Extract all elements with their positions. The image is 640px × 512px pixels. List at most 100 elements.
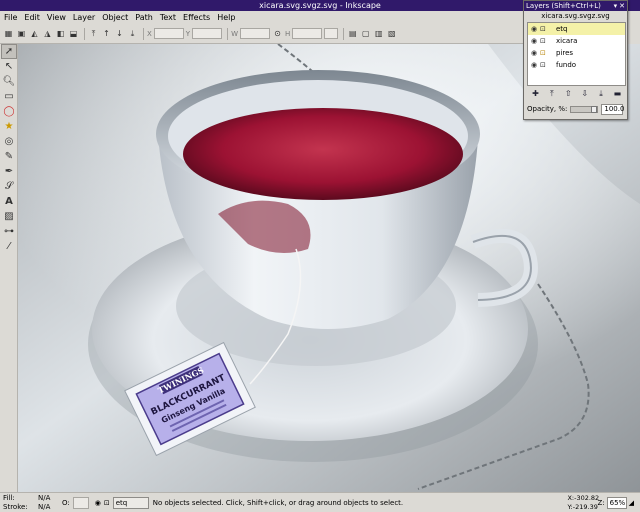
select-all-layers-icon[interactable]: ▣ bbox=[16, 28, 27, 39]
zoom-tool-icon[interactable]: 🔍︎ bbox=[1, 74, 17, 89]
stroke-value[interactable]: N/A bbox=[38, 503, 50, 512]
lock-icon[interactable]: ⊙ bbox=[272, 28, 283, 39]
opacity-status: O: bbox=[62, 496, 89, 509]
selector-tool-icon[interactable]: ➚ bbox=[1, 44, 17, 59]
opacity-slider[interactable] bbox=[570, 105, 599, 113]
w-label: W bbox=[231, 29, 238, 38]
rotate-ccw-icon[interactable]: ◭ bbox=[29, 28, 40, 39]
toolbar-separator bbox=[143, 27, 144, 40]
pen-tool-icon[interactable]: ✒ bbox=[1, 164, 17, 179]
menu-path[interactable]: Path bbox=[135, 11, 153, 24]
unlock-icon[interactable]: ⊡ bbox=[540, 25, 549, 33]
layers-list: ◉ ⊡ etq ◉ ⊡ xicara ◉ ⊡ pires ◉ ⊡ fundo bbox=[527, 22, 626, 86]
width-field[interactable] bbox=[240, 28, 270, 39]
remove-layer-icon[interactable]: ▬ bbox=[612, 88, 623, 99]
opacity-slider-knob[interactable] bbox=[591, 105, 598, 113]
opacity-label: Opacity, %: bbox=[527, 105, 568, 113]
units-combo[interactable] bbox=[324, 28, 339, 39]
layer-name: fundo bbox=[556, 61, 577, 69]
add-layer-icon[interactable]: ✚ bbox=[530, 88, 541, 99]
height-field[interactable] bbox=[292, 28, 323, 39]
lower-layer-to-bottom-icon[interactable]: ⤓ bbox=[596, 88, 607, 99]
zoom-control: Z: 65% ◢ bbox=[597, 496, 640, 509]
ellipse-tool-icon[interactable]: ◯ bbox=[1, 104, 17, 119]
spiral-tool-icon[interactable]: ◎ bbox=[1, 134, 17, 149]
close-icon[interactable]: ✕ bbox=[619, 1, 625, 11]
x-coordinate: X:-302.82 bbox=[567, 493, 600, 502]
layers-dialog-titlebar[interactable]: Layers (Shift+Ctrl+L) ▾ ✕ bbox=[524, 1, 627, 11]
current-layer-combo[interactable]: etq bbox=[112, 496, 149, 509]
layer-row-fundo[interactable]: ◉ ⊡ fundo bbox=[528, 59, 625, 71]
text-tool-icon[interactable]: A bbox=[1, 194, 17, 209]
fill-value[interactable]: N/A bbox=[38, 494, 50, 503]
layer-name: pires bbox=[556, 49, 574, 57]
gradient-tool-icon[interactable]: ▨ bbox=[1, 209, 17, 224]
opacity-status-label: O: bbox=[62, 498, 70, 507]
menu-view[interactable]: View bbox=[47, 11, 66, 24]
move-gradients-icon[interactable]: ▥ bbox=[373, 28, 384, 39]
resize-grip-icon[interactable]: ◢ bbox=[629, 499, 634, 507]
zoom-field[interactable]: 65% bbox=[606, 496, 627, 509]
menu-text[interactable]: Text bbox=[160, 11, 176, 24]
raise-icon[interactable]: ↑ bbox=[101, 28, 112, 39]
lower-to-bottom-icon[interactable]: ⤓ bbox=[127, 28, 138, 39]
layer-row-etq[interactable]: ◉ ⊡ etq bbox=[528, 23, 625, 35]
menu-object[interactable]: Object bbox=[102, 11, 128, 24]
h-label: H bbox=[285, 29, 291, 38]
rotate-cw-icon[interactable]: ◮ bbox=[42, 28, 53, 39]
lock-icon[interactable]: ⊡ bbox=[540, 49, 549, 57]
move-patterns-icon[interactable]: ▧ bbox=[386, 28, 397, 39]
menu-edit[interactable]: Edit bbox=[24, 11, 40, 24]
menu-effects[interactable]: Effects bbox=[183, 11, 210, 24]
visibility-eye-icon[interactable]: ◉ bbox=[531, 49, 540, 57]
layers-document-name: xicara.svg.svgz.svg bbox=[541, 12, 610, 20]
scale-corners-icon[interactable]: ▢ bbox=[360, 28, 371, 39]
y-coordinate: Y:-219.39 bbox=[567, 502, 598, 511]
toolbar-separator bbox=[84, 27, 85, 40]
window-title: xicara.svg.svgz.svg - Inkscape bbox=[259, 1, 381, 10]
dropper-tool-icon[interactable]: ⁄ bbox=[1, 239, 17, 254]
scale-stroke-icon[interactable]: ▤ bbox=[347, 28, 358, 39]
unlock-icon[interactable]: ⊡ bbox=[540, 61, 549, 69]
toolbar-separator bbox=[343, 27, 345, 40]
x-field[interactable] bbox=[153, 28, 184, 39]
layers-dialog-title: Layers (Shift+Ctrl+L) bbox=[526, 2, 601, 10]
raise-to-top-icon[interactable]: ⤒ bbox=[88, 28, 99, 39]
node-tool-icon[interactable]: ↖ bbox=[1, 59, 17, 74]
toolbar-separator bbox=[227, 27, 229, 40]
rectangle-tool-icon[interactable]: ▭ bbox=[1, 89, 17, 104]
toolbox: ➚ ↖ 🔍︎ ▭ ◯ ★ ◎ ✎ ✒ 𝒮 A ▨ ⊶ ⁄ bbox=[0, 44, 18, 492]
visibility-eye-icon[interactable]: ◉ bbox=[531, 25, 540, 33]
layer-lock-icon[interactable]: ⊡ bbox=[104, 499, 110, 507]
calligraphy-tool-icon[interactable]: 𝒮 bbox=[1, 179, 17, 194]
status-bar: Fill: N/A Stroke: N/A O: ◉ ⊡ etq No obje… bbox=[0, 492, 640, 512]
raise-layer-icon[interactable]: ⇧ bbox=[563, 88, 574, 99]
x-label: X bbox=[147, 29, 152, 38]
visibility-eye-icon[interactable]: ◉ bbox=[531, 61, 540, 69]
lower-layer-icon[interactable]: ⇩ bbox=[579, 88, 590, 99]
raise-layer-to-top-icon[interactable]: ⤒ bbox=[546, 88, 557, 99]
connector-tool-icon[interactable]: ⊶ bbox=[1, 224, 17, 239]
minimize-icon[interactable]: ▾ bbox=[614, 1, 618, 11]
unlock-icon[interactable]: ⊡ bbox=[540, 37, 549, 45]
select-all-icon[interactable]: ▦ bbox=[3, 28, 14, 39]
opacity-input[interactable]: 100.0 bbox=[601, 103, 624, 115]
y-label: Y bbox=[185, 29, 191, 38]
flip-vertical-icon[interactable]: ⬓ bbox=[68, 28, 79, 39]
layer-visibility-icon[interactable]: ◉ bbox=[95, 499, 101, 507]
menu-layer[interactable]: Layer bbox=[73, 11, 95, 24]
tea-liquid bbox=[183, 108, 463, 200]
layer-row-xicara[interactable]: ◉ ⊡ xicara bbox=[528, 35, 625, 47]
layers-buttons: ✚ ⤒ ⇧ ⇩ ⤓ ▬ bbox=[527, 88, 626, 100]
visibility-eye-icon[interactable]: ◉ bbox=[531, 37, 540, 45]
menu-help[interactable]: Help bbox=[217, 11, 235, 24]
menu-file[interactable]: File bbox=[4, 11, 17, 24]
opacity-status-field[interactable] bbox=[72, 496, 89, 509]
star-tool-icon[interactable]: ★ bbox=[1, 119, 17, 134]
layer-row-pires[interactable]: ◉ ⊡ pires bbox=[528, 47, 625, 59]
lower-icon[interactable]: ↓ bbox=[114, 28, 125, 39]
flip-horizontal-icon[interactable]: ◧ bbox=[55, 28, 66, 39]
pencil-tool-icon[interactable]: ✎ bbox=[1, 149, 17, 164]
layers-dialog: Layers (Shift+Ctrl+L) ▾ ✕ xicara.svg.svg… bbox=[523, 0, 628, 120]
y-field[interactable] bbox=[192, 28, 223, 39]
